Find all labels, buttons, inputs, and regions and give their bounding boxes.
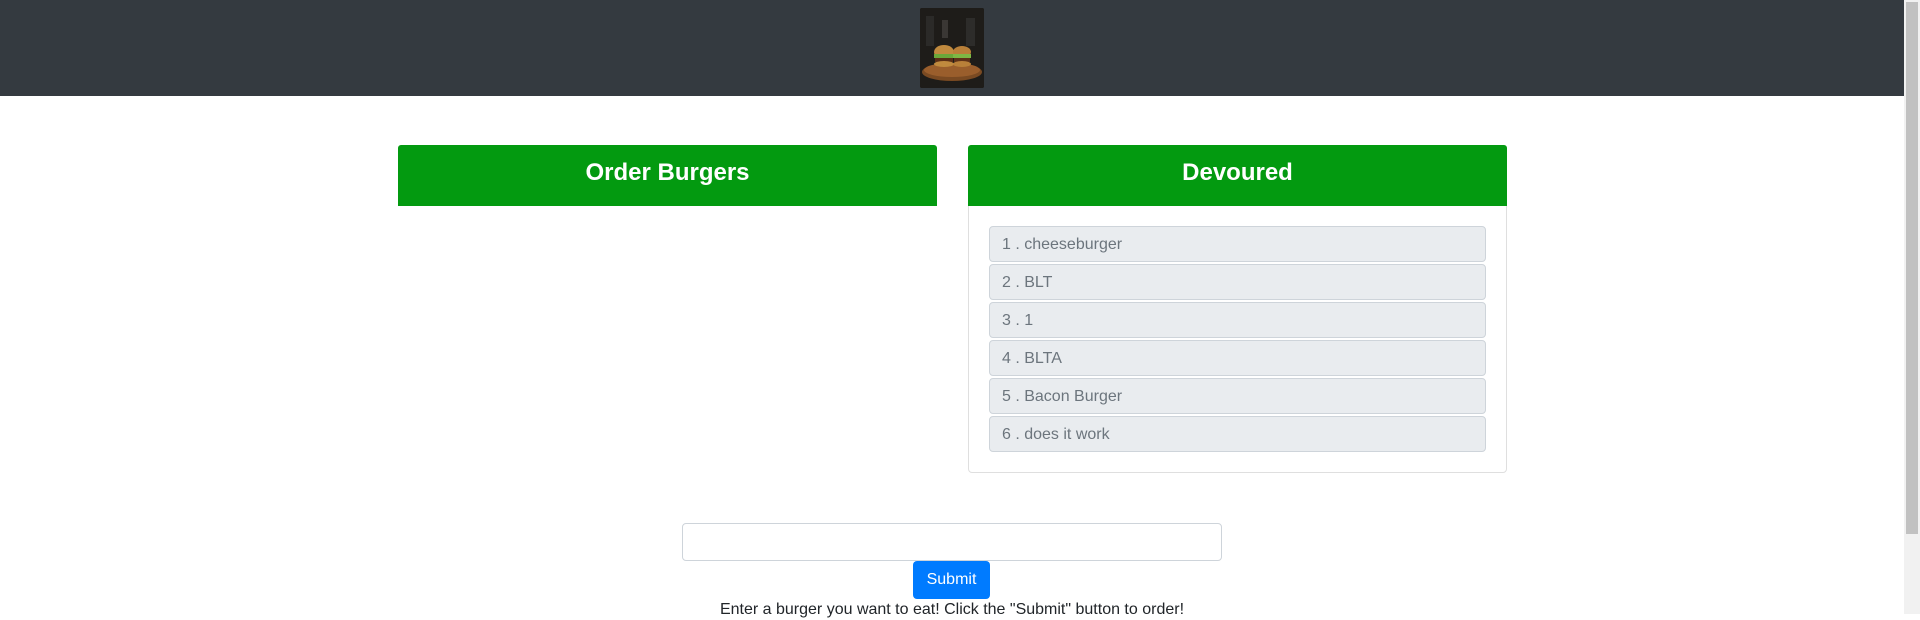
burger-logo-image	[920, 8, 984, 88]
devoured-list-item: 3 . 1	[989, 302, 1486, 338]
navbar	[0, 0, 1904, 96]
submit-button[interactable]: Submit	[913, 561, 990, 599]
scrollbar-thumb[interactable]	[1906, 2, 1918, 534]
devoured-title: Devoured	[968, 145, 1507, 206]
devoured-list: 1 . cheeseburger 2 . BLT 3 . 1 4 . BLTA …	[989, 226, 1486, 454]
devoured-list-item: 1 . cheeseburger	[989, 226, 1486, 262]
order-burgers-panel: Order Burgers	[398, 145, 937, 206]
burger-name-input[interactable]	[682, 523, 1222, 561]
order-burgers-title: Order Burgers	[398, 145, 937, 206]
devoured-list-item: 5 . Bacon Burger	[989, 378, 1486, 414]
instructions-text: Enter a burger you want to eat! Click th…	[719, 601, 1185, 618]
devoured-list-item: 2 . BLT	[989, 264, 1486, 300]
devoured-list-item: 4 . BLTA	[989, 340, 1486, 376]
devoured-list-item: 6 . does it work	[989, 416, 1486, 452]
devoured-panel: Devoured 1 . cheeseburger 2 . BLT 3 . 1 …	[968, 145, 1507, 473]
